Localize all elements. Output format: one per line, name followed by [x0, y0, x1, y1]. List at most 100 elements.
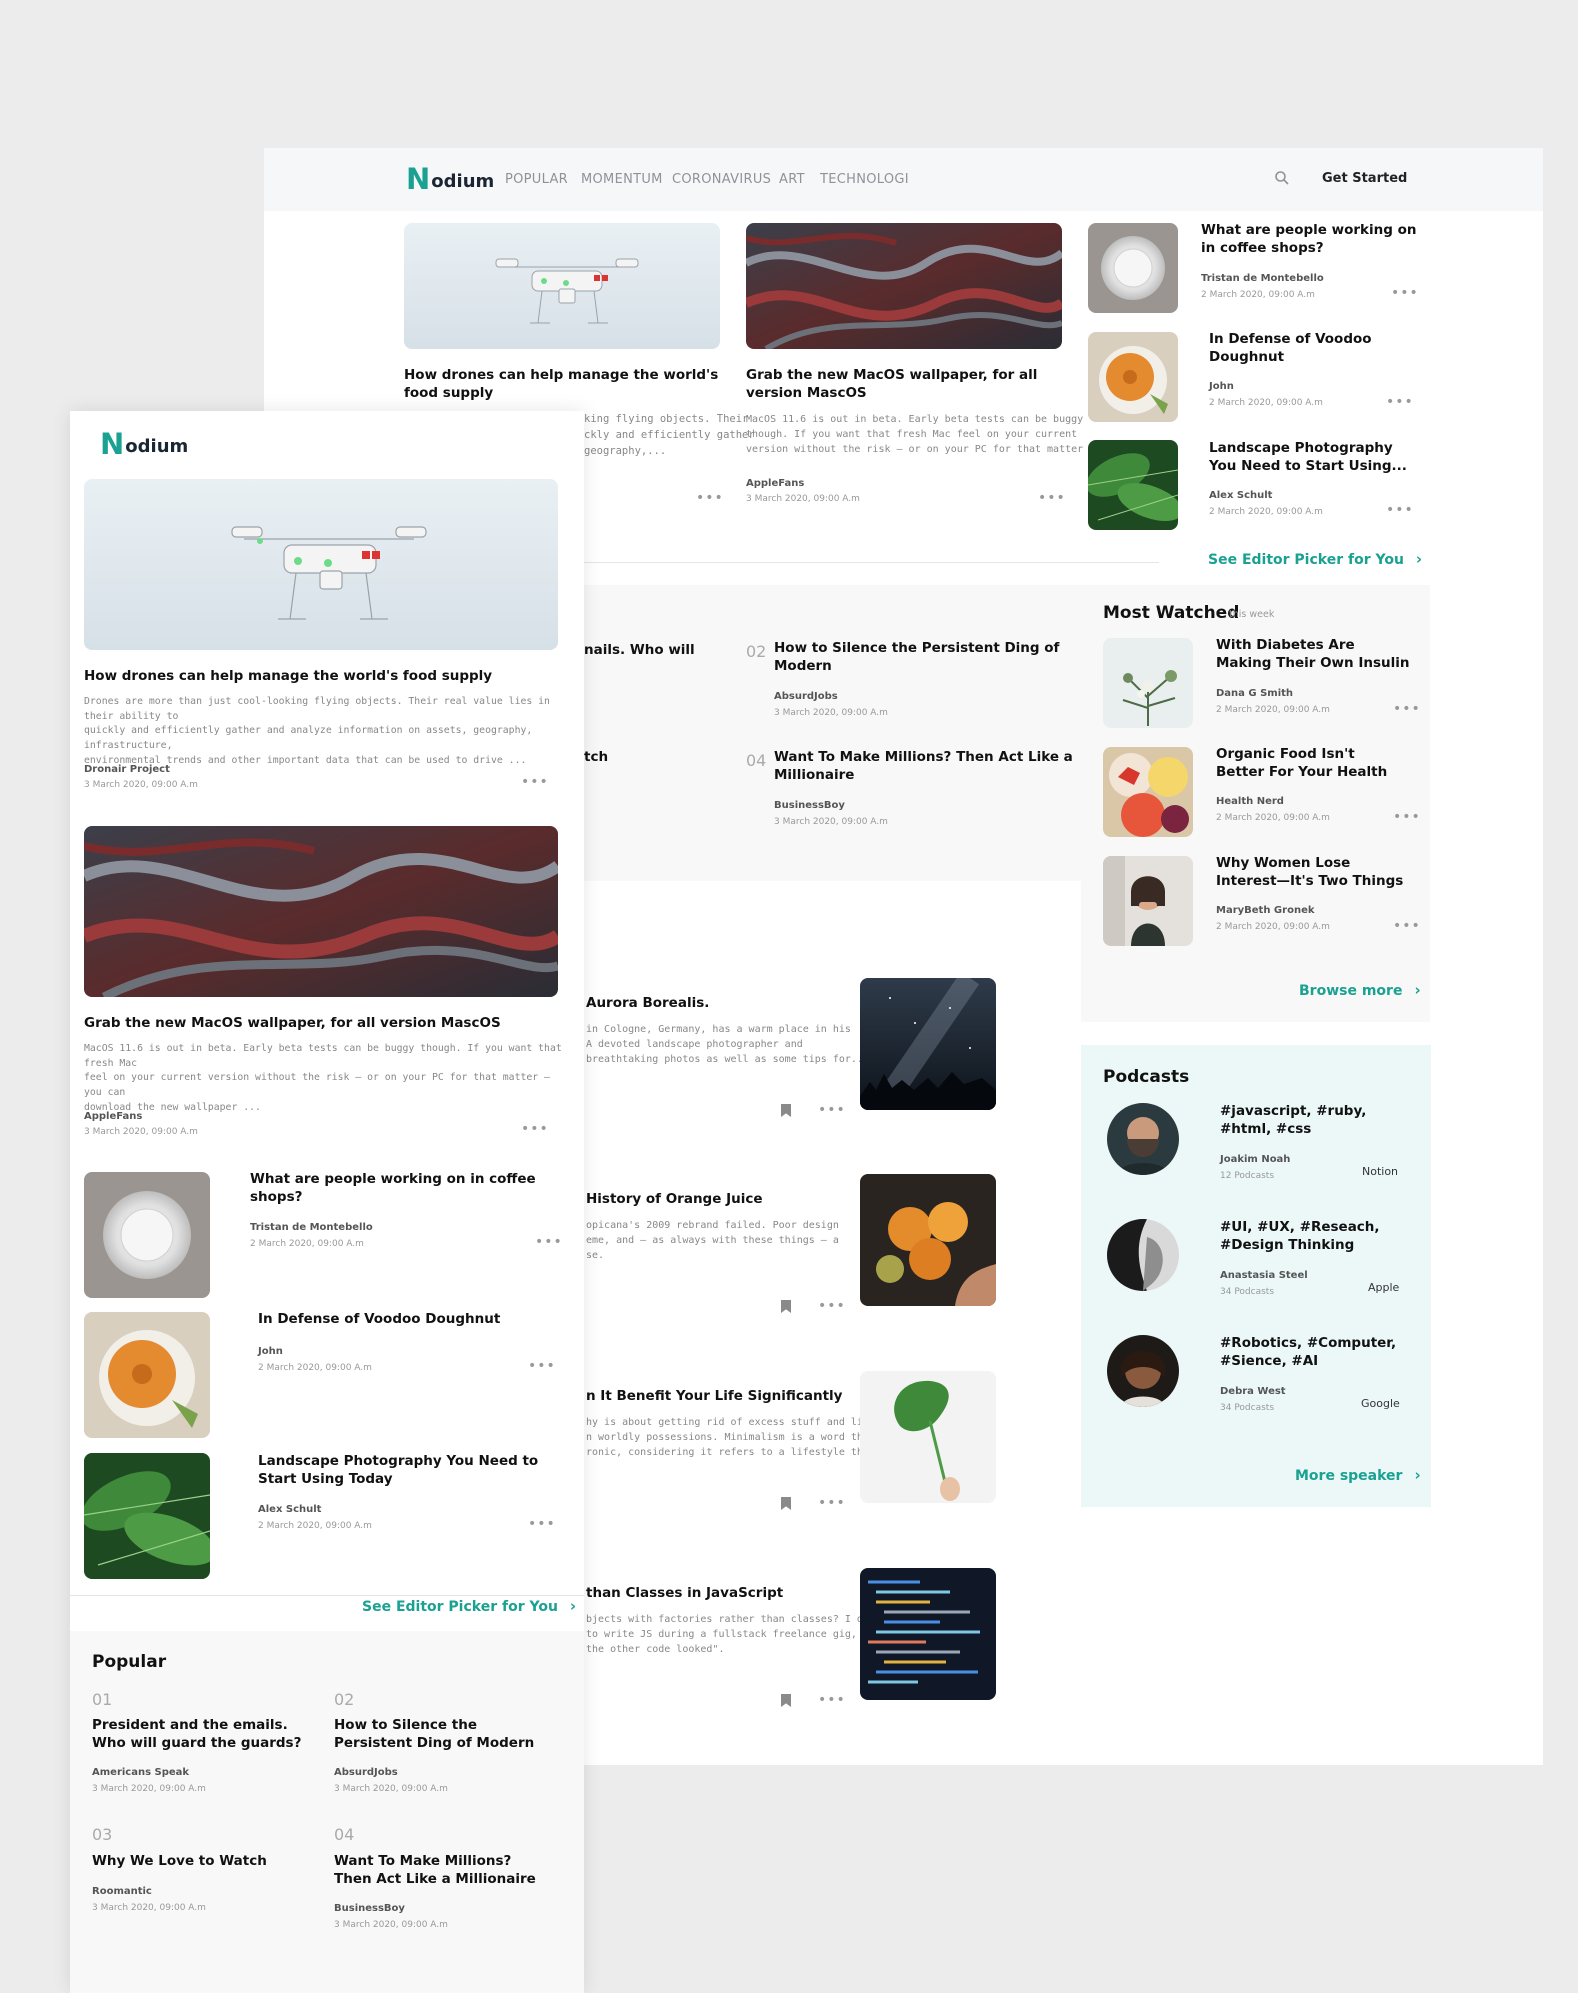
author-name[interactable]: AbsurdJobs	[774, 691, 838, 702]
popular-title[interactable]: How to Silence the Persistent Ding of Mod…	[774, 640, 1059, 675]
list-item-title[interactable]: Organic Food Isn't Better For Your Health	[1216, 746, 1387, 781]
author-name[interactable]: Roomantic	[92, 1886, 152, 1897]
nav-momentum[interactable]: MOMENTUM	[581, 172, 663, 187]
podcast-platform[interactable]: Notion	[1362, 1165, 1398, 1178]
logo[interactable]: Nodium	[406, 162, 494, 196]
popular-item-title[interactable]: President and the emails. Who will guard …	[92, 1717, 301, 1752]
more-options-icon[interactable]: •••	[528, 1359, 556, 1373]
see-editor-link[interactable]: See Editor Picker for You ›	[362, 1597, 576, 1615]
logo[interactable]: Nodium	[100, 427, 188, 461]
article-oranges-image[interactable]	[860, 1174, 996, 1306]
author-name[interactable]: Tristan de Montebello	[1201, 273, 1324, 284]
thumb-doughnut-image[interactable]	[1088, 332, 1178, 422]
featured-drone-image[interactable]	[404, 223, 720, 349]
featured-title[interactable]: How drones can help manage the world's f…	[84, 668, 492, 686]
search-icon[interactable]	[1274, 170, 1290, 186]
author-name[interactable]: BusinessBoy	[774, 800, 845, 811]
more-speaker-link[interactable]: More speaker ›	[1295, 1466, 1421, 1484]
list-item-title[interactable]: What are people working on in coffee shop…	[1201, 222, 1417, 257]
thumb-woman-image[interactable]	[1103, 856, 1193, 946]
author-name[interactable]: John	[258, 1346, 283, 1357]
author-name[interactable]: John	[1209, 381, 1234, 392]
list-item-title[interactable]: With Diabetes Are Making Their Own Insuli…	[1216, 637, 1410, 672]
see-editor-link[interactable]: See Editor Picker for You ›	[1208, 550, 1422, 568]
nav-art[interactable]: ART	[779, 172, 805, 187]
thumb-plate-image[interactable]	[84, 1172, 210, 1298]
more-options-icon[interactable]: •••	[1386, 503, 1414, 517]
speaker-avatar[interactable]	[1107, 1103, 1179, 1175]
speaker-avatar[interactable]	[1107, 1219, 1179, 1291]
featured-drone-image[interactable]	[84, 479, 558, 650]
more-options-icon[interactable]: •••	[818, 1693, 846, 1707]
more-options-icon[interactable]: •••	[1393, 810, 1421, 824]
thumb-leaves-image[interactable]	[1088, 440, 1178, 530]
popular-title[interactable]: Want To Make Millions? Then Act Like a Mi…	[774, 749, 1073, 784]
more-options-icon[interactable]: •••	[1386, 395, 1414, 409]
more-options-icon[interactable]: •••	[521, 775, 549, 789]
bookmark-icon[interactable]	[781, 1300, 791, 1313]
podcast-tags[interactable]: #javascript, #ruby, #html, #css	[1220, 1103, 1366, 1138]
thumb-flowers-image[interactable]	[1103, 638, 1193, 728]
thumb-doughnut-image[interactable]	[84, 1312, 210, 1438]
podcast-tags[interactable]: #UI, #UX, #Reseach, #Design Thinking	[1220, 1219, 1380, 1254]
more-options-icon[interactable]: •••	[696, 491, 724, 505]
nav-coronavirus[interactable]: CORONAVIRUS	[672, 172, 771, 187]
popular-title-fragment[interactable]: nails. Who will	[584, 642, 695, 660]
author-name[interactable]: Health Nerd	[1216, 796, 1284, 807]
list-item-title[interactable]: Why Women Lose Interest—It's Two Things	[1216, 855, 1403, 890]
featured-marble-image[interactable]	[746, 223, 1062, 349]
more-options-icon[interactable]: •••	[1393, 702, 1421, 716]
featured-title[interactable]: Grab the new MacOS wallpaper, for all ve…	[84, 1015, 501, 1033]
speaker-name[interactable]: Joakim Noah	[1220, 1154, 1290, 1165]
list-item-title[interactable]: Landscape Photography You Need to Start U…	[1209, 440, 1407, 475]
podcast-platform[interactable]: Google	[1361, 1397, 1400, 1410]
featured-marble-image[interactable]	[84, 826, 558, 997]
popular-item-title[interactable]: Why We Love to Watch	[92, 1853, 267, 1871]
more-options-icon[interactable]: •••	[818, 1299, 846, 1313]
author-name[interactable]: AppleFans	[746, 478, 804, 489]
bookmark-icon[interactable]	[781, 1497, 791, 1510]
author-name[interactable]: BusinessBoy	[334, 1903, 405, 1914]
author-name[interactable]: Americans Speak	[92, 1767, 189, 1778]
thumb-leaves-image[interactable]	[84, 1453, 210, 1579]
popular-item-title[interactable]: How to Silence the Persistent Ding of Mod…	[334, 1717, 534, 1752]
more-options-icon[interactable]: •••	[535, 1235, 563, 1249]
list-item-title[interactable]: In Defense of Voodoo Doughnut	[258, 1311, 500, 1329]
more-options-icon[interactable]: •••	[1393, 919, 1421, 933]
speaker-name[interactable]: Anastasia Steel	[1220, 1270, 1308, 1281]
author-name[interactable]: Dana G Smith	[1216, 688, 1293, 699]
more-options-icon[interactable]: •••	[528, 1517, 556, 1531]
speaker-avatar[interactable]	[1107, 1335, 1179, 1407]
author-name[interactable]: MaryBeth Gronek	[1216, 905, 1315, 916]
nav-technologi[interactable]: TECHNOLOGI	[820, 172, 909, 187]
author-name[interactable]: AppleFans	[84, 1111, 142, 1122]
more-options-icon[interactable]: •••	[818, 1103, 846, 1117]
get-started-button[interactable]: Get Started	[1322, 171, 1407, 186]
article-monstera-image[interactable]	[860, 1371, 996, 1503]
article-title[interactable]: Aurora Borealis.	[586, 995, 709, 1013]
popular-item-title[interactable]: Want To Make Millions? Then Act Like a Mi…	[334, 1853, 536, 1888]
popular-title-fragment[interactable]: tch	[584, 749, 608, 767]
featured-title[interactable]: How drones can help manage the world's fo…	[404, 367, 720, 402]
author-name[interactable]: Alex Schult	[1209, 490, 1272, 501]
list-item-title[interactable]: In Defense of Voodoo Doughnut	[1209, 331, 1372, 366]
author-name[interactable]: Dronair Project	[84, 764, 170, 775]
author-name[interactable]: Tristan de Montebello	[250, 1222, 373, 1233]
browse-more-link[interactable]: Browse more ›	[1299, 981, 1421, 999]
author-name[interactable]: Alex Schult	[258, 1504, 321, 1515]
featured-title[interactable]: Grab the new MacOS wallpaper, for all ver…	[746, 367, 1062, 402]
thumb-plate-image[interactable]	[1088, 223, 1178, 313]
more-options-icon[interactable]: •••	[521, 1122, 549, 1136]
article-title[interactable]: n It Benefit Your Life Significantly	[586, 1388, 842, 1406]
speaker-name[interactable]: Debra West	[1220, 1386, 1286, 1397]
article-code-image[interactable]	[860, 1568, 996, 1700]
podcast-platform[interactable]: Apple	[1368, 1281, 1399, 1294]
list-item-title[interactable]: What are people working on in coffee shop…	[250, 1171, 536, 1206]
article-title[interactable]: History of Orange Juice	[586, 1191, 763, 1209]
article-sky-image[interactable]	[860, 978, 996, 1110]
article-title[interactable]: than Classes in JavaScript	[586, 1585, 783, 1603]
bookmark-icon[interactable]	[781, 1104, 791, 1117]
bookmark-icon[interactable]	[781, 1694, 791, 1707]
podcast-tags[interactable]: #Robotics, #Computer, #Sience, #AI	[1220, 1335, 1396, 1370]
thumb-fruit-image[interactable]	[1103, 747, 1193, 837]
